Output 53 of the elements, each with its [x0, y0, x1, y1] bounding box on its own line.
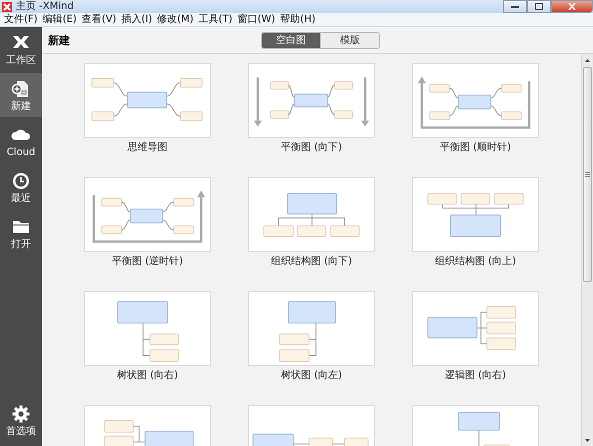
sidebar-item[interactable]: 最近 — [0, 165, 42, 209]
sidebar-item[interactable]: 首选项 — [0, 398, 42, 442]
minimize-button[interactable] — [503, 0, 527, 13]
template-label: 平衡图 (逆时针) — [112, 256, 183, 268]
sidebar-item[interactable]: 打开 — [0, 211, 42, 255]
template-card[interactable] — [84, 291, 211, 366]
minimize-icon — [511, 5, 519, 8]
diagram-drawing — [117, 301, 179, 362]
window-title: 主页 -XMind — [16, 0, 75, 12]
close-icon — [568, 3, 576, 10]
new-document-icon — [11, 79, 31, 99]
sidebar-item[interactable]: Cloud — [0, 119, 42, 163]
template-card[interactable] — [248, 291, 375, 366]
up-arrow-icon — [585, 58, 590, 62]
down-arrow-icon — [585, 438, 590, 442]
template-label: 思维导图 — [128, 142, 168, 154]
template-card[interactable] — [412, 63, 539, 138]
template-card[interactable] — [412, 291, 539, 366]
template-card[interactable] — [84, 177, 211, 252]
template-card[interactable] — [84, 63, 211, 138]
template-label: 树状图 (向右) — [117, 370, 178, 382]
maximize-button[interactable] — [527, 0, 551, 13]
template-label: 组织结构图 (向上) — [435, 256, 516, 268]
template-card[interactable] — [248, 63, 375, 138]
template-label: 逻辑图 (向右) — [445, 370, 506, 382]
menu-item[interactable]: 修改(M) — [156, 14, 195, 26]
scrollbar-thumb[interactable] — [583, 67, 592, 282]
menu-item[interactable]: 帮助(H) — [279, 14, 316, 26]
app-logo-icon — [2, 2, 12, 12]
menu-item[interactable]: 查看(V) — [80, 14, 118, 26]
segment-tab[interactable]: 模版 — [320, 32, 379, 48]
diagram-drawing — [279, 301, 336, 362]
segment-tab[interactable]: 空白图 — [262, 32, 320, 48]
menu-item[interactable]: 文件(F) — [3, 14, 39, 26]
menu-item[interactable]: 编辑(E) — [42, 14, 78, 26]
menu-item[interactable]: 窗口(W) — [236, 14, 276, 26]
template-label: 组织结构图 (向下) — [271, 256, 352, 268]
sidebar-item[interactable]: 新建 — [0, 73, 42, 117]
template-label: 树状图 (向左) — [281, 370, 342, 382]
page-title: 新建 — [48, 32, 70, 48]
settings-icon — [11, 404, 31, 424]
sidebar-item[interactable]: 工作区 — [0, 27, 42, 71]
maximize-icon — [535, 3, 543, 10]
diagram-drawing — [458, 412, 510, 446]
menu-item[interactable]: 插入(I) — [120, 14, 154, 26]
template-label: 平衡图 (顺时针) — [440, 142, 511, 154]
template-card[interactable] — [248, 177, 375, 252]
template-label: 平衡图 (向下) — [281, 142, 342, 154]
close-button[interactable] — [551, 0, 593, 13]
grip-icon — [585, 172, 590, 177]
template-card[interactable] — [412, 177, 539, 252]
clock-icon — [11, 171, 31, 191]
menu-item[interactable]: 工具(T) — [198, 14, 234, 26]
